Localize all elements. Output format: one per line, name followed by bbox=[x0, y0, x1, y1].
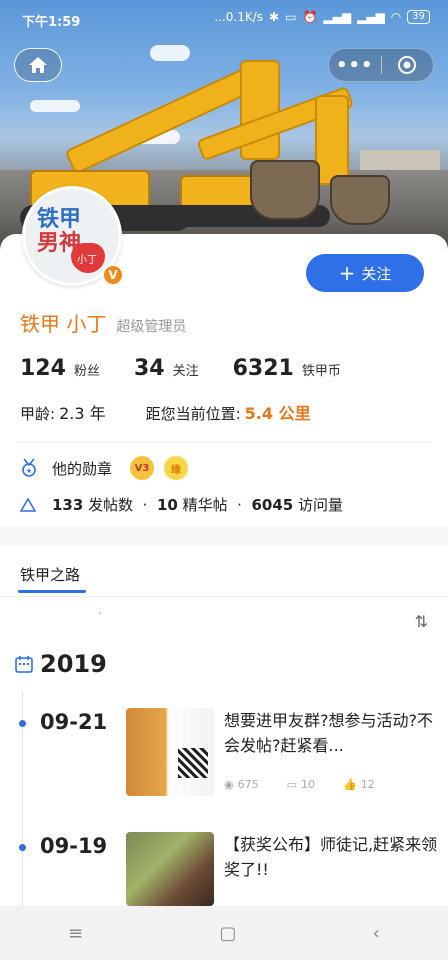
post-date: 09-21 bbox=[40, 710, 108, 734]
divider bbox=[16, 442, 432, 443]
post-title: 想要进甲友群?想参与活动?不会发帖?赶紧看... bbox=[224, 711, 433, 755]
post-date: 09-19 bbox=[40, 834, 108, 858]
close-program-button[interactable] bbox=[381, 55, 433, 75]
verified-badge: V bbox=[102, 264, 124, 286]
tab-iron-road[interactable]: 铁甲之路 bbox=[20, 564, 80, 585]
heart-icon: 小丁 bbox=[71, 243, 105, 273]
medal-badge[interactable]: V3 bbox=[130, 456, 155, 480]
posts-label: 发帖数 bbox=[88, 496, 134, 514]
medals-row[interactable]: ★ 他的勋章 V3 缘 bbox=[20, 456, 189, 480]
signal-icon: ▂▄▆ bbox=[357, 10, 385, 24]
follow-button[interactable]: + 关注 bbox=[306, 254, 424, 292]
network-speed: ...0.1K/s bbox=[214, 10, 264, 24]
triangle-icon bbox=[20, 497, 36, 512]
qr-code-image bbox=[178, 748, 208, 778]
medal-icon: ★ bbox=[22, 458, 36, 477]
wifi-icon: ◠ bbox=[390, 10, 402, 24]
sort-icon[interactable]: ⇅ bbox=[415, 612, 428, 631]
section-separator bbox=[0, 526, 448, 546]
stat-number: 34 bbox=[133, 356, 165, 381]
excavator-bucket bbox=[250, 160, 320, 220]
stat-label: 粉丝 bbox=[73, 364, 100, 379]
posts-count: 133 bbox=[52, 496, 84, 514]
distance-label: 距您当前位置: bbox=[145, 405, 241, 423]
timeline-dot bbox=[19, 720, 26, 727]
excavator-stick bbox=[315, 95, 349, 185]
featured-label: 精华帖 bbox=[182, 496, 228, 514]
calendar-icon bbox=[15, 656, 33, 673]
likes-count: 12 bbox=[360, 778, 375, 791]
signal-icon: ▂▄▆ bbox=[323, 10, 352, 24]
tab-active-indicator bbox=[18, 590, 86, 593]
stat-label: 铁甲币 bbox=[301, 364, 341, 379]
avatar-heart-text: 小丁 bbox=[77, 255, 97, 266]
cloud bbox=[30, 100, 80, 112]
target-icon bbox=[398, 56, 417, 74]
comments-count: 10 bbox=[301, 778, 316, 791]
medal-badge[interactable]: 缘 bbox=[164, 456, 189, 480]
home-icon bbox=[29, 57, 47, 73]
views-count: 675 bbox=[237, 778, 259, 791]
stats-row: 124 粉丝 34 关注 6321 铁甲币 bbox=[20, 356, 375, 381]
bluetooth-icon: ✱ bbox=[269, 10, 280, 24]
views-meta: ◉ 675 bbox=[224, 778, 259, 791]
home-button[interactable] bbox=[14, 48, 62, 82]
year-label: 2019 bbox=[40, 650, 107, 678]
featured-count: 10 bbox=[156, 496, 178, 514]
alarm-icon: ⏰ bbox=[302, 10, 318, 24]
timeline-dot bbox=[19, 844, 26, 851]
stat-number: 124 bbox=[20, 356, 66, 381]
status-time: 下午1:59 bbox=[22, 15, 81, 30]
timeline-year: 2019 bbox=[14, 650, 107, 678]
eye-icon: ◉ bbox=[224, 778, 234, 791]
comment-icon: ▭ bbox=[286, 778, 298, 791]
comments-meta: ▭ 10 bbox=[287, 778, 315, 791]
battery-indicator: 39 bbox=[407, 10, 430, 24]
stat-label: 关注 bbox=[172, 364, 199, 379]
more-dots-icon[interactable]: ••• bbox=[329, 55, 381, 76]
age-label: 甲龄: bbox=[20, 405, 56, 423]
cloud bbox=[150, 45, 190, 61]
age-value: 2.3 年 bbox=[59, 404, 106, 423]
posts-summary: 133 发帖数 · 10 精华帖 · 6045 访问量 bbox=[52, 496, 344, 514]
views-label: 访问量 bbox=[298, 496, 344, 514]
age-distance-row: 甲龄: 2.3 年 距您当前位置: 5.4 公里 bbox=[20, 400, 311, 424]
medals-label: 他的勋章 bbox=[52, 459, 113, 478]
excavator-bucket bbox=[330, 175, 390, 225]
excavator-boom bbox=[64, 62, 266, 175]
share-success-overlay: 个人中心界面已经分享成功 bbox=[59, 603, 385, 635]
post-thumbnail bbox=[126, 832, 214, 906]
divider bbox=[0, 596, 448, 597]
user-role: 超级管理员 bbox=[116, 319, 187, 335]
post-card[interactable]: 想要进甲友群?想参与活动?不会发帖?赶紧看... ◉ 675 ▭ 10 👍 12 bbox=[126, 708, 433, 798]
stat-fans[interactable]: 124 粉丝 bbox=[20, 356, 100, 381]
likes-meta[interactable]: 👍 12 bbox=[343, 778, 375, 791]
views-count: 6045 bbox=[251, 496, 294, 514]
status-bar: 下午1:59 ...0.1K/s ✱ ▭ ⏰ ▂▄▆ ▂▄▆ ◠ 39 bbox=[0, 0, 448, 38]
mini-program-capsule: ••• bbox=[328, 48, 434, 82]
stat-coins[interactable]: 6321 铁甲币 bbox=[233, 356, 341, 381]
post-title: 【获奖公布】师徒记,赶紧来领奖了!! bbox=[224, 835, 438, 879]
stat-following[interactable]: 34 关注 bbox=[134, 356, 199, 381]
back-icon[interactable]: ‹ bbox=[373, 923, 380, 944]
plus-icon: + bbox=[338, 261, 356, 285]
system-nav-bar: ≡ ▢ ‹ bbox=[0, 906, 448, 960]
home-square-icon[interactable]: ▢ bbox=[219, 923, 236, 944]
menu-icon[interactable]: ≡ bbox=[68, 923, 83, 944]
post-meta: ◉ 675 ▭ 10 👍 12 bbox=[224, 778, 375, 791]
svg-text:★: ★ bbox=[26, 467, 32, 475]
posts-summary-row: 133 发帖数 · 10 精华帖 · 6045 访问量 bbox=[20, 494, 343, 515]
distance-value: 5.4 公里 bbox=[244, 404, 311, 423]
name-row: 铁甲 小丁 超级管理员 bbox=[20, 308, 186, 337]
post-thumbnail bbox=[126, 708, 214, 796]
vibrate-icon: ▭ bbox=[285, 10, 297, 24]
stat-number: 6321 bbox=[232, 356, 294, 381]
user-name: 铁甲 小丁 bbox=[20, 312, 107, 336]
thumbs-up-icon: 👍 bbox=[343, 778, 357, 791]
post-card[interactable]: 【获奖公布】师徒记,赶紧来领奖了!! bbox=[126, 832, 437, 906]
follow-label: 关注 bbox=[361, 264, 392, 283]
